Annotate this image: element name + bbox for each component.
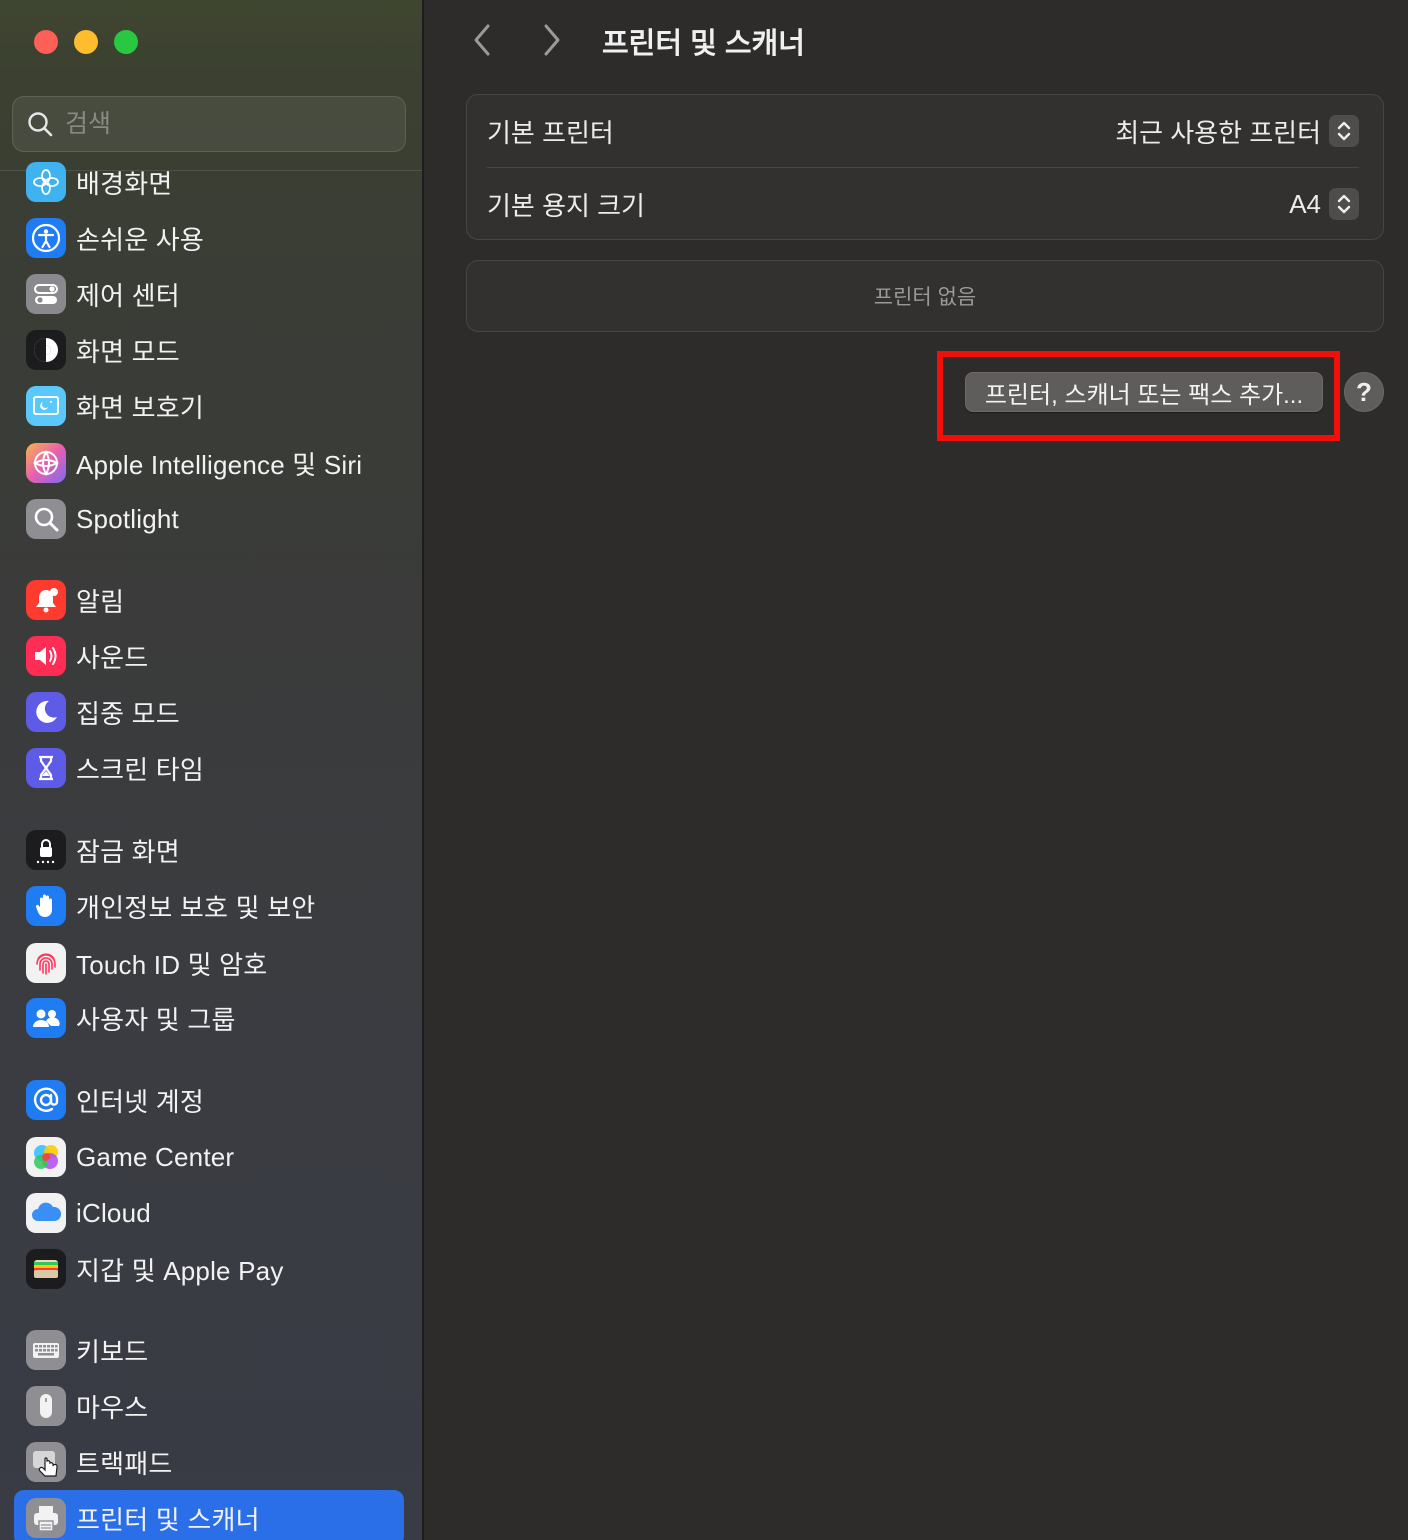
sidebar-item-icloud[interactable]: iCloud bbox=[14, 1185, 404, 1241]
default-settings-group: 기본 프린터 최근 사용한 프린터 기본 용지 크기 A4 bbox=[466, 94, 1384, 240]
mouse-icon bbox=[26, 1386, 66, 1426]
sidebar-item-users[interactable]: 사용자 및 그룹 bbox=[14, 990, 404, 1046]
sidebar-item-siri[interactable]: Apple Intelligence 및 Siri bbox=[14, 435, 404, 491]
sidebar-item-sound[interactable]: 사운드 bbox=[14, 628, 404, 684]
wallpaper-icon bbox=[26, 162, 66, 202]
sidebar-item-screen-time[interactable]: 스크린 타임 bbox=[14, 740, 404, 796]
notifications-icon bbox=[26, 580, 66, 620]
sidebar-item-label: Touch ID 및 암호 bbox=[76, 949, 268, 980]
default-printer-popup[interactable]: 최근 사용한 프린터 bbox=[1115, 113, 1359, 150]
sidebar-item-label: iCloud bbox=[76, 1197, 151, 1228]
trackpad-icon bbox=[26, 1442, 66, 1482]
sidebar-item-touch-id[interactable]: Touch ID 및 암호 bbox=[14, 935, 404, 991]
sidebar-item-label: 잠금 화면 bbox=[76, 836, 180, 867]
keyboard-icon bbox=[26, 1330, 66, 1370]
printer-icon bbox=[26, 1498, 66, 1538]
sidebar-item-label: Game Center bbox=[76, 1141, 235, 1172]
search-icon bbox=[27, 111, 53, 137]
sidebar-item-keyboard[interactable]: 키보드 bbox=[14, 1322, 404, 1378]
sidebar-item-label: Spotlight bbox=[76, 503, 179, 534]
sidebar-item-focus[interactable]: 집중 모드 bbox=[14, 684, 404, 740]
sidebar-item-lock-screen[interactable]: 잠금 화면 bbox=[14, 822, 404, 878]
sidebar-item-trackpad[interactable]: 트랙패드 bbox=[14, 1434, 404, 1490]
sidebar-item-accessibility[interactable]: 손쉬운 사용 bbox=[14, 210, 404, 266]
add-printer-button[interactable]: 프린터, 스캐너 또는 팩스 추가... bbox=[965, 372, 1323, 412]
screen-time-icon bbox=[26, 748, 66, 788]
default-printer-label: 기본 프린터 bbox=[487, 117, 614, 148]
sidebar-item-label: 사운드 bbox=[76, 642, 149, 673]
spotlight-icon bbox=[26, 499, 66, 539]
accessibility-icon bbox=[26, 218, 66, 258]
sidebar-item-label: 인터넷 계정 bbox=[76, 1086, 205, 1117]
sidebar-item-game-center[interactable]: Game Center bbox=[14, 1129, 404, 1185]
game-center-icon bbox=[26, 1137, 66, 1177]
sidebar-item-label: 제어 센터 bbox=[76, 280, 180, 311]
fingerprint-icon bbox=[26, 943, 66, 983]
sidebar-item-wallpaper[interactable]: 배경화면 bbox=[14, 154, 404, 210]
default-printer-value: 최근 사용한 프린터 bbox=[1115, 117, 1321, 148]
sidebar-item-label: 키보드 bbox=[76, 1336, 149, 1367]
sidebar-item-spotlight[interactable]: Spotlight bbox=[14, 491, 404, 547]
main-content: 프린터 및 스캐너 기본 프린터 최근 사용한 프린터 기본 용지 크기 A4 … bbox=[426, 0, 1408, 1540]
default-paper-popup[interactable]: A4 bbox=[1289, 188, 1359, 220]
sidebar-item-printers-scanners[interactable]: 프린터 및 스캐너 bbox=[14, 1490, 404, 1540]
sidebar-item-appearance[interactable]: 화면 모드 bbox=[14, 322, 404, 378]
sidebar-item-label: 사용자 및 그룹 bbox=[76, 1004, 236, 1035]
internet-accounts-icon bbox=[26, 1080, 66, 1120]
search-input[interactable] bbox=[65, 109, 365, 139]
sidebar-item-label: 화면 보호기 bbox=[76, 392, 205, 423]
sidebar-item-label: 지갑 및 Apple Pay bbox=[76, 1255, 284, 1286]
page-title: 프린터 및 스캐너 bbox=[602, 28, 805, 60]
close-window-button[interactable] bbox=[34, 30, 58, 54]
lock-screen-icon bbox=[26, 830, 66, 870]
sidebar-item-label: 집중 모드 bbox=[76, 698, 180, 729]
back-button[interactable] bbox=[464, 22, 500, 58]
sidebar-item-label: 개인정보 보호 및 보안 bbox=[76, 892, 316, 923]
sidebar-item-wallet[interactable]: 지갑 및 Apple Pay bbox=[14, 1241, 404, 1297]
printer-list-empty-text: 프린터 없음 bbox=[873, 286, 977, 309]
focus-icon bbox=[26, 692, 66, 732]
sidebar-item-control-center[interactable]: 제어 센터 bbox=[14, 266, 404, 322]
default-paper-row: 기본 용지 크기 A4 bbox=[467, 168, 1383, 240]
sidebar-item-label: 알림 bbox=[76, 586, 125, 617]
wallet-icon bbox=[26, 1249, 66, 1289]
zoom-window-button[interactable] bbox=[114, 30, 138, 54]
chevron-updown-icon bbox=[1329, 188, 1359, 220]
help-button[interactable]: ? bbox=[1344, 372, 1384, 412]
sidebar-item-notifications[interactable]: 알림 bbox=[14, 572, 404, 628]
sidebar-item-label: 화면 모드 bbox=[76, 336, 180, 367]
sidebar: 배경화면 손쉬운 사용 제어 센터 화면 모드 화면 보호기 Apple Int… bbox=[0, 0, 424, 1540]
sidebar-item-label: 트랙패드 bbox=[76, 1448, 173, 1479]
sidebar-item-privacy[interactable]: 개인정보 보호 및 보안 bbox=[14, 878, 404, 934]
users-icon bbox=[26, 998, 66, 1038]
sidebar-item-mouse[interactable]: 마우스 bbox=[14, 1378, 404, 1434]
chevron-left-icon bbox=[474, 24, 490, 56]
control-center-icon bbox=[26, 274, 66, 314]
default-printer-row: 기본 프린터 최근 사용한 프린터 bbox=[467, 95, 1383, 167]
sidebar-item-label: Apple Intelligence 및 Siri bbox=[76, 449, 363, 480]
privacy-hand-icon bbox=[26, 886, 66, 926]
sidebar-item-label: 배경화면 bbox=[76, 168, 173, 199]
printer-list: 프린터 없음 bbox=[466, 260, 1384, 332]
sidebar-item-label: 마우스 bbox=[76, 1392, 149, 1423]
appearance-icon bbox=[26, 330, 66, 370]
search-field[interactable] bbox=[12, 96, 406, 152]
sidebar-item-label: 스크린 타임 bbox=[76, 754, 205, 785]
window-controls bbox=[34, 30, 138, 54]
default-paper-label: 기본 용지 크기 bbox=[487, 190, 645, 221]
default-paper-value: A4 bbox=[1289, 188, 1321, 219]
forward-button[interactable] bbox=[534, 22, 570, 58]
minimize-window-button[interactable] bbox=[74, 30, 98, 54]
screen-saver-icon bbox=[26, 386, 66, 426]
icloud-icon bbox=[26, 1193, 66, 1233]
chevron-updown-icon bbox=[1329, 115, 1359, 147]
sidebar-item-internet-accounts[interactable]: 인터넷 계정 bbox=[14, 1072, 404, 1128]
sound-icon bbox=[26, 636, 66, 676]
sidebar-item-screen-saver[interactable]: 화면 보호기 bbox=[14, 378, 404, 434]
chevron-right-icon bbox=[544, 24, 560, 56]
sidebar-item-label: 프린터 및 스캐너 bbox=[76, 1504, 260, 1535]
siri-icon bbox=[26, 443, 66, 483]
sidebar-item-label: 손쉬운 사용 bbox=[76, 224, 205, 255]
